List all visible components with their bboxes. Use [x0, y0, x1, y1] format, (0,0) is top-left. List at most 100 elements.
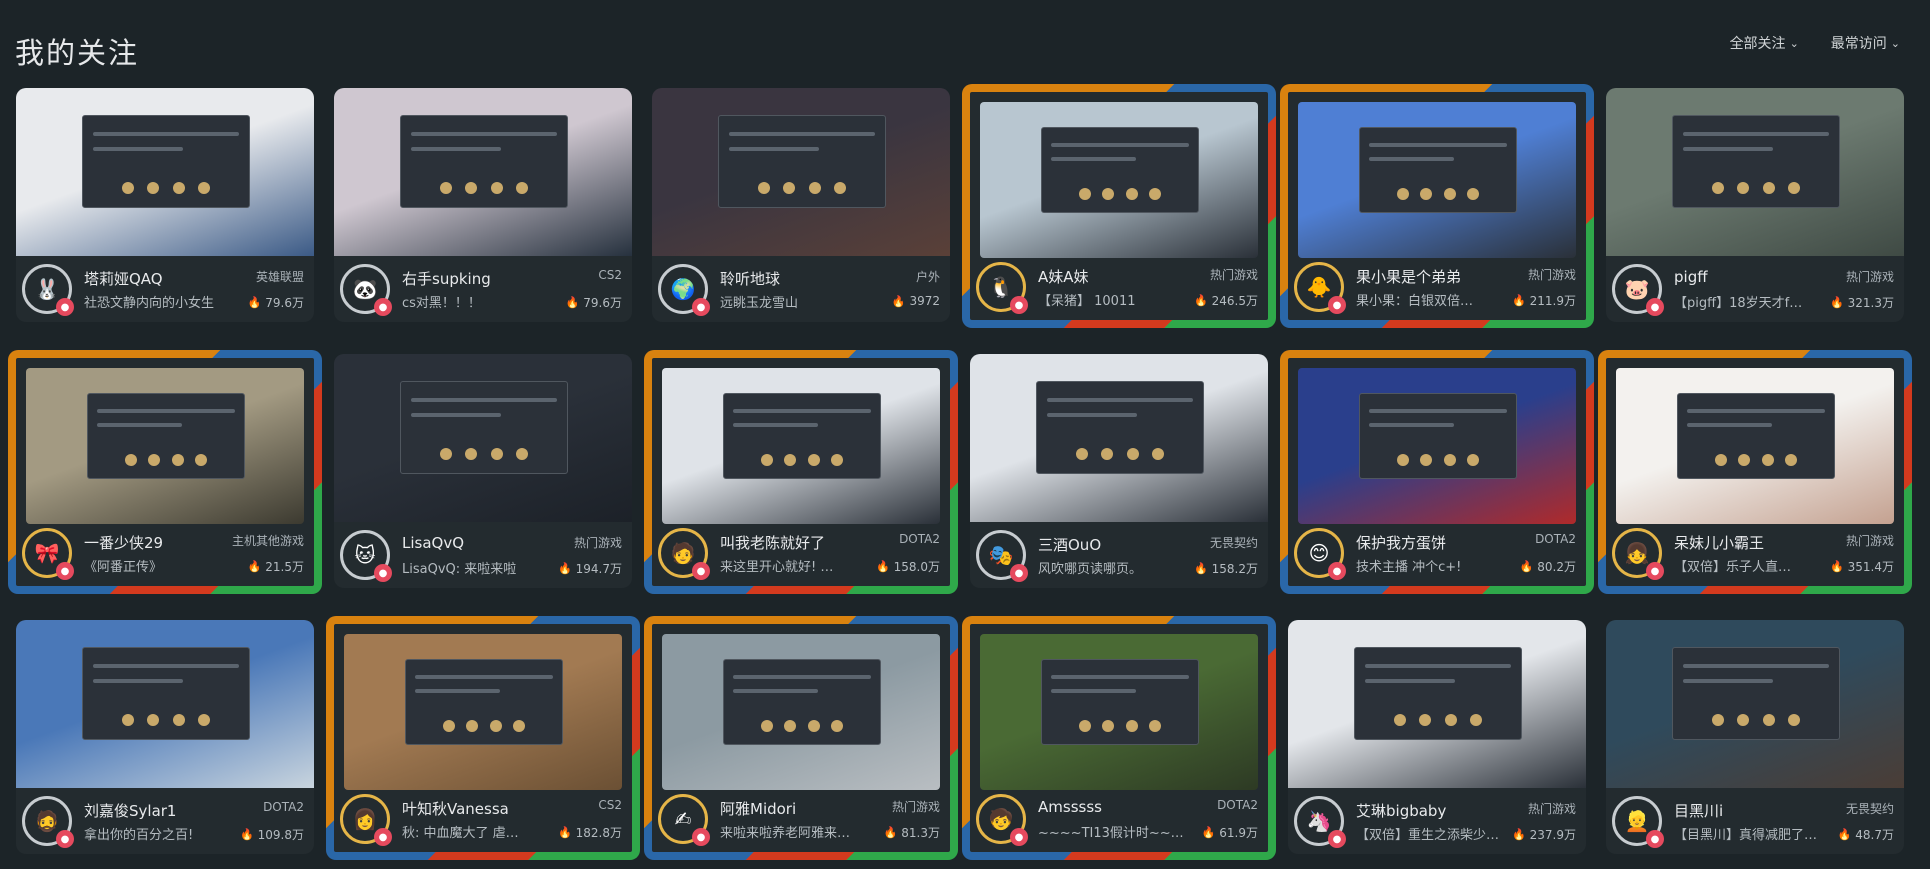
- stream-info: 🐥 ● 果小果是个弟弟 热门游戏 果小果：白银双倍… 🔥 211.9万: [1288, 254, 1586, 320]
- streamer-name[interactable]: 阿雅Midori: [720, 798, 796, 819]
- streamer-name[interactable]: 聆听地球: [720, 268, 780, 289]
- category-label[interactable]: 热门游戏: [574, 534, 622, 551]
- stream-thumbnail[interactable]: [662, 634, 940, 790]
- stream-card[interactable]: 🧔 ● 刘嘉俊Sylar1 DOTA2 拿出你的百分之百! 🔥 109.8万: [16, 620, 314, 854]
- stream-card[interactable]: 🦄 ● 艾琳bigbaby 热门游戏 【双倍】重生之添柴少… 🔥 237.9万: [1288, 620, 1586, 854]
- category-label[interactable]: DOTA2: [263, 800, 304, 814]
- stream-card[interactable]: 🐱 ● LisaQvQ 热门游戏 LisaQvQ: 来啦来啦 🔥 194.7万: [334, 354, 632, 588]
- stream-thumbnail[interactable]: [334, 88, 632, 256]
- streamer-name[interactable]: 果小果是个弟弟: [1356, 266, 1461, 287]
- stream-thumbnail[interactable]: [26, 368, 304, 524]
- category-label[interactable]: 热门游戏: [1528, 800, 1576, 817]
- live-badge-icon: ●: [374, 828, 392, 846]
- stream-title: 来这里开心就好! …: [720, 560, 834, 575]
- stream-thumbnail[interactable]: [1288, 620, 1586, 788]
- chevron-down-icon: ⌄: [1789, 36, 1799, 50]
- stream-thumbnail[interactable]: [1298, 102, 1576, 258]
- popularity-value: 48.7万: [1855, 828, 1894, 842]
- streamer-name[interactable]: 塔莉娅QAQ: [84, 268, 163, 289]
- game-screen: [723, 392, 881, 480]
- stream-thumbnail[interactable]: [980, 634, 1258, 790]
- stream-thumbnail[interactable]: [662, 368, 940, 524]
- streamer-name[interactable]: LisaQvQ: [402, 534, 464, 552]
- stream-title: 来啦来啦养老阿雅来…: [720, 826, 851, 841]
- stream-card[interactable]: 🐰 ● 塔莉娅QAQ 英雄联盟 社恐文静内向的小女生 🔥 79.6万: [16, 88, 314, 322]
- streamer-name[interactable]: 叶知秋Vanessa: [402, 798, 509, 819]
- streamer-name[interactable]: 目黑川i: [1674, 800, 1723, 821]
- stream-info: ✍ ● 阿雅Midori 热门游戏 来啦来啦养老阿雅来… 🔥 81.3万: [652, 786, 950, 852]
- category-label[interactable]: 户外: [916, 268, 940, 285]
- stream-thumbnail[interactable]: [652, 88, 950, 256]
- popularity-value: 158.0万: [893, 560, 940, 574]
- popularity-value: 79.6万: [265, 296, 304, 310]
- category-label[interactable]: 热门游戏: [1846, 532, 1894, 549]
- page-title: 我的关注: [15, 36, 140, 70]
- filter-most-visited[interactable]: 最常访问 ⌄: [1831, 33, 1900, 53]
- live-badge-icon: ●: [1010, 828, 1028, 846]
- streamer-name[interactable]: 保护我方蛋饼: [1356, 532, 1446, 553]
- stream-card[interactable]: 🐷 ● pigff 热门游戏 【pigff】18岁天才f… 🔥 321.3万: [1606, 88, 1904, 322]
- streamer-name[interactable]: 一番少侠29: [84, 532, 163, 553]
- stream-thumbnail[interactable]: [970, 354, 1268, 522]
- streamer-name[interactable]: 呆妹儿小霸王: [1674, 532, 1764, 553]
- category-label[interactable]: 热门游戏: [1846, 268, 1894, 285]
- category-label[interactable]: 英雄联盟: [256, 268, 304, 285]
- stream-thumbnail[interactable]: [1606, 620, 1904, 788]
- stream-card[interactable]: 🧑 ● 叫我老陈就好了 DOTA2 来这里开心就好! … 🔥 158.0万: [644, 350, 958, 594]
- category-label[interactable]: 热门游戏: [1528, 266, 1576, 283]
- category-label[interactable]: 热门游戏: [1210, 266, 1258, 283]
- streamer-name[interactable]: 叫我老陈就好了: [720, 532, 825, 553]
- game-screen: [1677, 392, 1835, 480]
- stream-info: 🐱 ● LisaQvQ 热门游戏 LisaQvQ: 来啦来啦 🔥 194.7万: [334, 522, 632, 588]
- flame-icon: 🔥: [247, 296, 262, 309]
- streamer-name[interactable]: 艾琳bigbaby: [1356, 800, 1446, 821]
- streamer-name[interactable]: pigff: [1674, 268, 1708, 286]
- filter-all-follows[interactable]: 全部关注 ⌄: [1730, 33, 1799, 53]
- stream-title: 技术主播 冲个c+!: [1356, 560, 1462, 575]
- stream-thumbnail[interactable]: [334, 354, 632, 522]
- stream-info: 🎀 ● 一番少侠29 主机其他游戏 《阿番正传》 🔥 21.5万: [16, 520, 314, 586]
- flame-icon: 🔥: [557, 826, 572, 839]
- category-label[interactable]: DOTA2: [1217, 798, 1258, 812]
- stream-thumbnail[interactable]: [16, 88, 314, 256]
- streamer-name[interactable]: 右手supking: [402, 268, 491, 289]
- stream-card[interactable]: 🎭 ● 三酒OuO 无畏契约 风吹哪页读哪页。 🔥 158.2万: [970, 354, 1268, 588]
- category-label[interactable]: 主机其他游戏: [232, 532, 304, 549]
- stream-title: 果小果：白银双倍…: [1356, 294, 1474, 309]
- category-label[interactable]: CS2: [598, 268, 622, 282]
- stream-thumbnail[interactable]: [1298, 368, 1576, 524]
- stream-thumbnail[interactable]: [344, 634, 622, 790]
- stream-card[interactable]: 🐼 ● 右手supking CS2 cs对黑！！！ 🔥 79.6万: [334, 88, 632, 322]
- stream-thumbnail[interactable]: [1616, 368, 1894, 524]
- category-label[interactable]: DOTA2: [899, 532, 940, 546]
- streamer-name[interactable]: A妹A妹: [1038, 266, 1089, 287]
- popularity: 🔥 194.7万: [558, 560, 622, 577]
- stream-card[interactable]: 🐧 ● A妹A妹 热门游戏 【呆猪】 10011 🔥 246.5万: [962, 84, 1276, 328]
- category-label[interactable]: DOTA2: [1535, 532, 1576, 546]
- stream-title: ~~~~TI13假计时~~…: [1038, 826, 1184, 841]
- stream-card[interactable]: ✍ ● 阿雅Midori 热门游戏 来啦来啦养老阿雅来… 🔥 81.3万: [644, 616, 958, 860]
- stream-card[interactable]: 😊 ● 保护我方蛋饼 DOTA2 技术主播 冲个c+! 🔥 80.2万: [1280, 350, 1594, 594]
- stream-card[interactable]: 🌍 ● 聆听地球 户外 远眺玉龙雪山 🔥 3972: [652, 88, 950, 322]
- stream-card[interactable]: 🧒 ● Amsssss DOTA2 ~~~~TI13假计时~~… 🔥 61.9万: [962, 616, 1276, 860]
- category-label[interactable]: 无畏契约: [1210, 534, 1258, 551]
- stream-thumbnail[interactable]: [980, 102, 1258, 258]
- category-label[interactable]: CS2: [598, 798, 622, 812]
- streamer-name[interactable]: Amsssss: [1038, 798, 1102, 816]
- stream-thumbnail[interactable]: [16, 620, 314, 788]
- stream-info: 🧑 ● 叫我老陈就好了 DOTA2 来这里开心就好! … 🔥 158.0万: [652, 520, 950, 586]
- streamer-name[interactable]: 三酒OuO: [1038, 534, 1101, 555]
- category-label[interactable]: 热门游戏: [892, 798, 940, 815]
- streamer-name[interactable]: 刘嘉俊Sylar1: [84, 800, 176, 821]
- stream-card[interactable]: 🐥 ● 果小果是个弟弟 热门游戏 果小果：白银双倍… 🔥 211.9万: [1280, 84, 1594, 328]
- live-badge-icon: ●: [1328, 562, 1346, 580]
- stream-card[interactable]: 👱 ● 目黑川i 无畏契约 【目黑川】真得减肥了… 🔥 48.7万: [1606, 620, 1904, 854]
- stream-card[interactable]: 👩 ● 叶知秋Vanessa CS2 秋: 中血魔大了 虐… 🔥 182.8万: [326, 616, 640, 860]
- stream-thumbnail[interactable]: [1606, 88, 1904, 256]
- stream-card[interactable]: 🎀 ● 一番少侠29 主机其他游戏 《阿番正传》 🔥 21.5万: [8, 350, 322, 594]
- category-label[interactable]: 无畏契约: [1846, 800, 1894, 817]
- stream-card[interactable]: 👧 ● 呆妹儿小霸王 热门游戏 【双倍】乐子人直… 🔥 351.4万: [1598, 350, 1912, 594]
- live-badge-icon: ●: [692, 298, 710, 316]
- stream-info: 🐼 ● 右手supking CS2 cs对黑！！！ 🔥 79.6万: [334, 256, 632, 322]
- popularity-value: 80.2万: [1537, 560, 1576, 574]
